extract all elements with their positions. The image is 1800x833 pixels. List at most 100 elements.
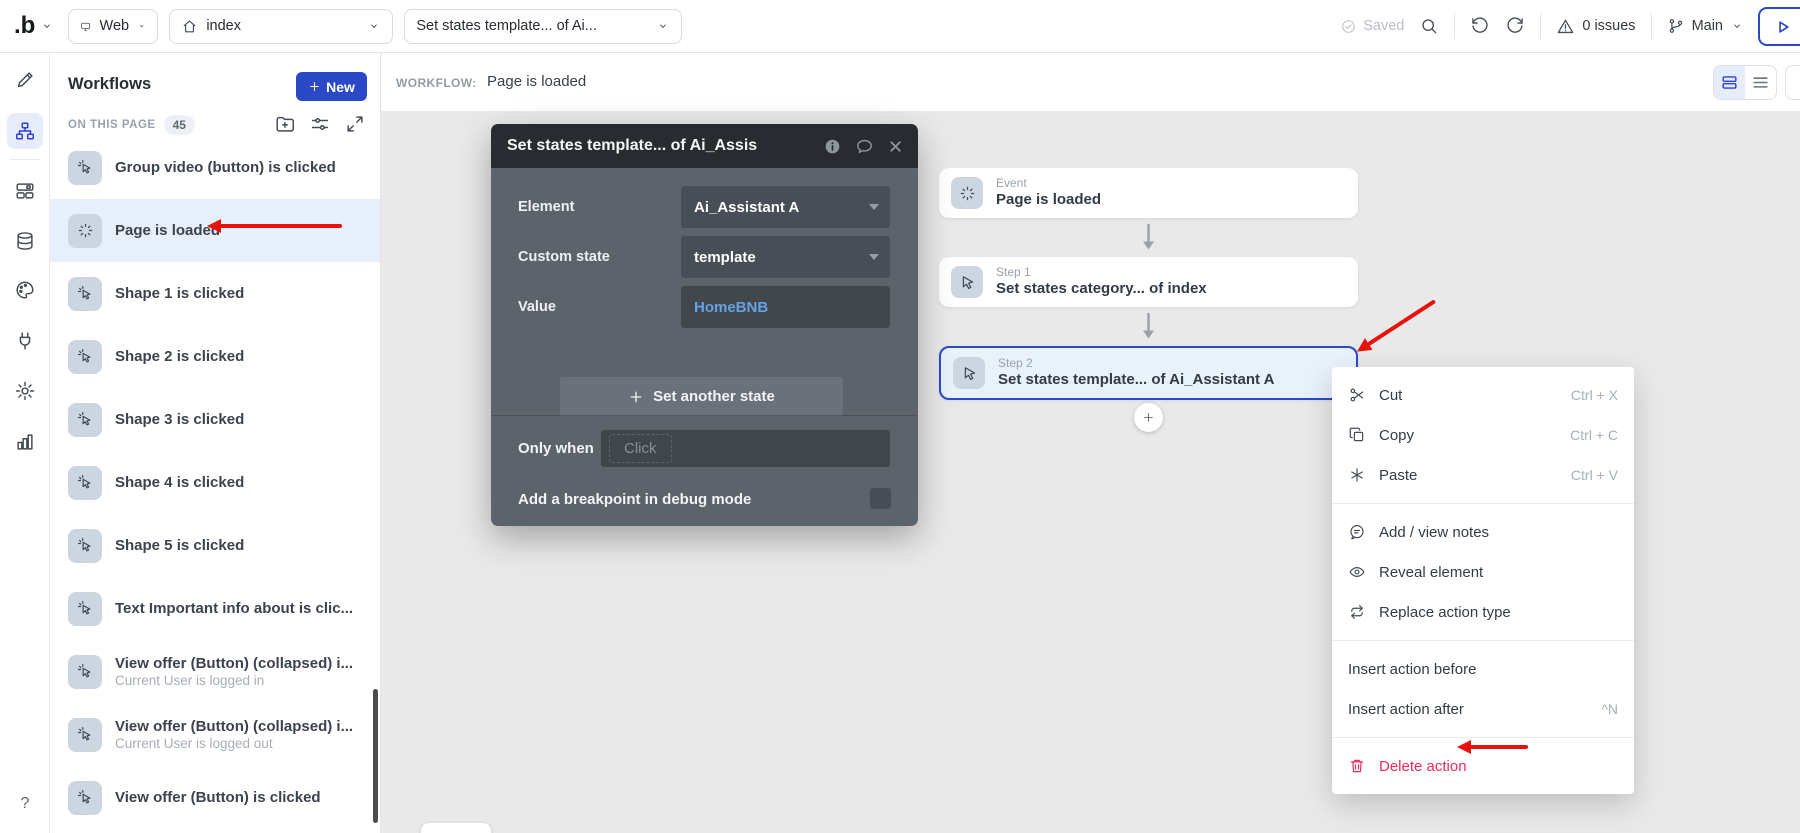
comment-icon[interactable] [855,137,874,156]
workflow-item-shape4[interactable]: Shape 4 is clicked [50,451,381,514]
workflow-item-shape3[interactable]: Shape 3 is clicked [50,388,381,451]
warning-icon [1556,17,1575,36]
add-folder-icon[interactable] [274,113,296,135]
undo-icon[interactable] [1470,16,1490,36]
scissors-icon [1348,386,1366,404]
menu-item-insert-action-after[interactable]: Insert action after ^N [1332,689,1634,729]
nav-workflow[interactable] [7,113,43,149]
new-workflow-button[interactable]: New [296,72,367,101]
workflow-item-label: Shape 2 is clicked [115,348,244,365]
event-card-page-is-loaded[interactable]: Event Page is loaded [939,168,1358,218]
nav-settings[interactable] [7,373,43,409]
set-another-state-button[interactable]: Set another state [560,377,843,416]
nav-components[interactable] [7,173,43,209]
menu-item-add-view-notes[interactable]: Add / view notes [1332,512,1634,552]
workflow-item-text: Shape 1 is clicked [115,285,244,302]
workflow-item-label: Text Important info about is clic... [115,600,353,617]
platform-selector[interactable]: Web [68,9,158,44]
expand-icon[interactable] [344,113,366,135]
step1-card[interactable]: Step 1 Set states category... of index [939,257,1358,307]
clipped-zoom-control[interactable] [421,823,491,833]
action-cursor-icon [951,266,983,298]
page-selector[interactable]: index [169,9,393,44]
left-nav-rail: ? [0,53,50,833]
workflow-item-view-offer-3[interactable]: View offer (Button) is clicked [50,766,381,829]
info-icon[interactable] [823,137,842,156]
close-icon[interactable] [887,138,904,155]
panel-title: Workflows [68,75,151,94]
breakpoint-label: Add a breakpoint in debug mode [518,491,751,508]
workflow-item-view-offer-2[interactable]: View offer (Button) (collapsed) i... Cur… [50,703,381,766]
nav-plugins[interactable] [7,323,43,359]
menu-item-replace-action-type[interactable]: Replace action type [1332,592,1634,632]
menu-item-copy[interactable]: Copy Ctrl + C [1332,415,1634,455]
set-another-state-label: Set another state [653,388,775,405]
divider [1454,13,1455,39]
step2-card-selected[interactable]: Step 2 Set states template... of Ai_Assi… [939,346,1358,400]
clipped-toolbar-button[interactable] [1785,65,1800,100]
menu-label: Copy [1379,427,1414,444]
element-value: Ai_Assistant A [694,199,799,216]
only-when-input[interactable]: Click [601,430,890,467]
menu-item-paste[interactable]: Paste Ctrl + V [1332,455,1634,495]
menu-item-cut[interactable]: Cut Ctrl + X [1332,375,1634,415]
help-button[interactable]: ? [0,795,50,813]
menu-item-insert-action-before[interactable]: Insert action before [1332,649,1634,689]
breakpoint-checkbox[interactable] [870,488,891,509]
workflow-item-label: Group video (button) is clicked [115,159,336,176]
list-view-toggle[interactable] [1745,66,1776,99]
branch-selector[interactable]: Main [1667,17,1744,35]
custom-state-dropdown[interactable]: template [681,236,890,278]
platform-label: Web [100,18,130,34]
workflow-item-text: Shape 5 is clicked [115,537,244,554]
card-text: Step 2 Set states template... of Ai_Assi… [998,356,1274,390]
workflow-item-text: Text Important info about is clic... [115,600,353,617]
workflow-item-text: Shape 4 is clicked [115,474,244,491]
workflow-item-text-important[interactable]: Text Important info about is clic... [50,577,381,640]
filter-sliders-icon[interactable] [309,113,331,135]
divider [1651,13,1652,39]
scope-label: ON THIS PAGE [68,119,156,131]
workflow-item-shape5[interactable]: Shape 5 is clicked [50,514,381,577]
bubble-logo-menu[interactable]: .b [14,14,57,38]
click-event-icon [68,403,102,437]
panel-scrollbar[interactable] [373,689,378,823]
search-icon[interactable] [1419,16,1439,36]
workflow-item-condition: Current User is logged out [115,736,353,751]
workflow-item-text: View offer (Button) (collapsed) i... Cur… [115,655,353,688]
context-menu: Cut Ctrl + X Copy Ctrl + C Paste Ctrl + … [1332,367,1634,794]
nav-data[interactable] [7,223,43,259]
menu-item-reveal-element[interactable]: Reveal element [1332,552,1634,592]
nav-logs[interactable] [7,424,43,460]
workflow-bar-label: WORKFLOW: [396,76,477,90]
workflow-item-shape1[interactable]: Shape 1 is clicked [50,262,381,325]
value-expression-field[interactable]: HomeBNB [681,286,890,328]
workflow-item-view-offer-1[interactable]: View offer (Button) (collapsed) i... Cur… [50,640,381,703]
workflow-bar-name: Page is loaded [487,73,586,90]
issues-count-label: 0 issues [1582,18,1635,34]
custom-state-row: Custom state template [518,236,890,278]
issues-indicator[interactable]: 0 issues [1556,17,1635,36]
menu-label: Insert action before [1348,661,1476,678]
click-event-icon [68,655,102,689]
add-action-button[interactable] [1134,403,1163,432]
element-dropdown[interactable]: Ai_Assistant A [681,186,890,228]
click-event-icon [68,466,102,500]
nav-design[interactable] [7,62,43,98]
workflow-item-shape2[interactable]: Shape 2 is clicked [50,325,381,388]
menu-item-delete-action[interactable]: Delete action [1332,746,1634,786]
preview-button[interactable] [1758,7,1800,46]
workflow-selector[interactable]: Set states template... of Ai... [404,9,682,44]
dialog-header[interactable]: Set states template... of Ai_Assis [491,124,918,168]
monitor-icon [80,18,91,35]
redo-icon[interactable] [1505,16,1525,36]
nav-styles[interactable] [7,272,43,308]
workflow-item-group-video[interactable]: Group video (button) is clicked [50,136,381,199]
workflow-item-text: Page is loaded [115,222,220,239]
chevron-down-icon [869,204,879,210]
value-expression: HomeBNB [694,299,768,316]
workflow-item-label: Shape 5 is clicked [115,537,244,554]
dialog-title: Set states template... of Ai_Assis [507,137,823,155]
card-view-toggle[interactable] [1714,66,1745,99]
database-icon [14,230,36,252]
